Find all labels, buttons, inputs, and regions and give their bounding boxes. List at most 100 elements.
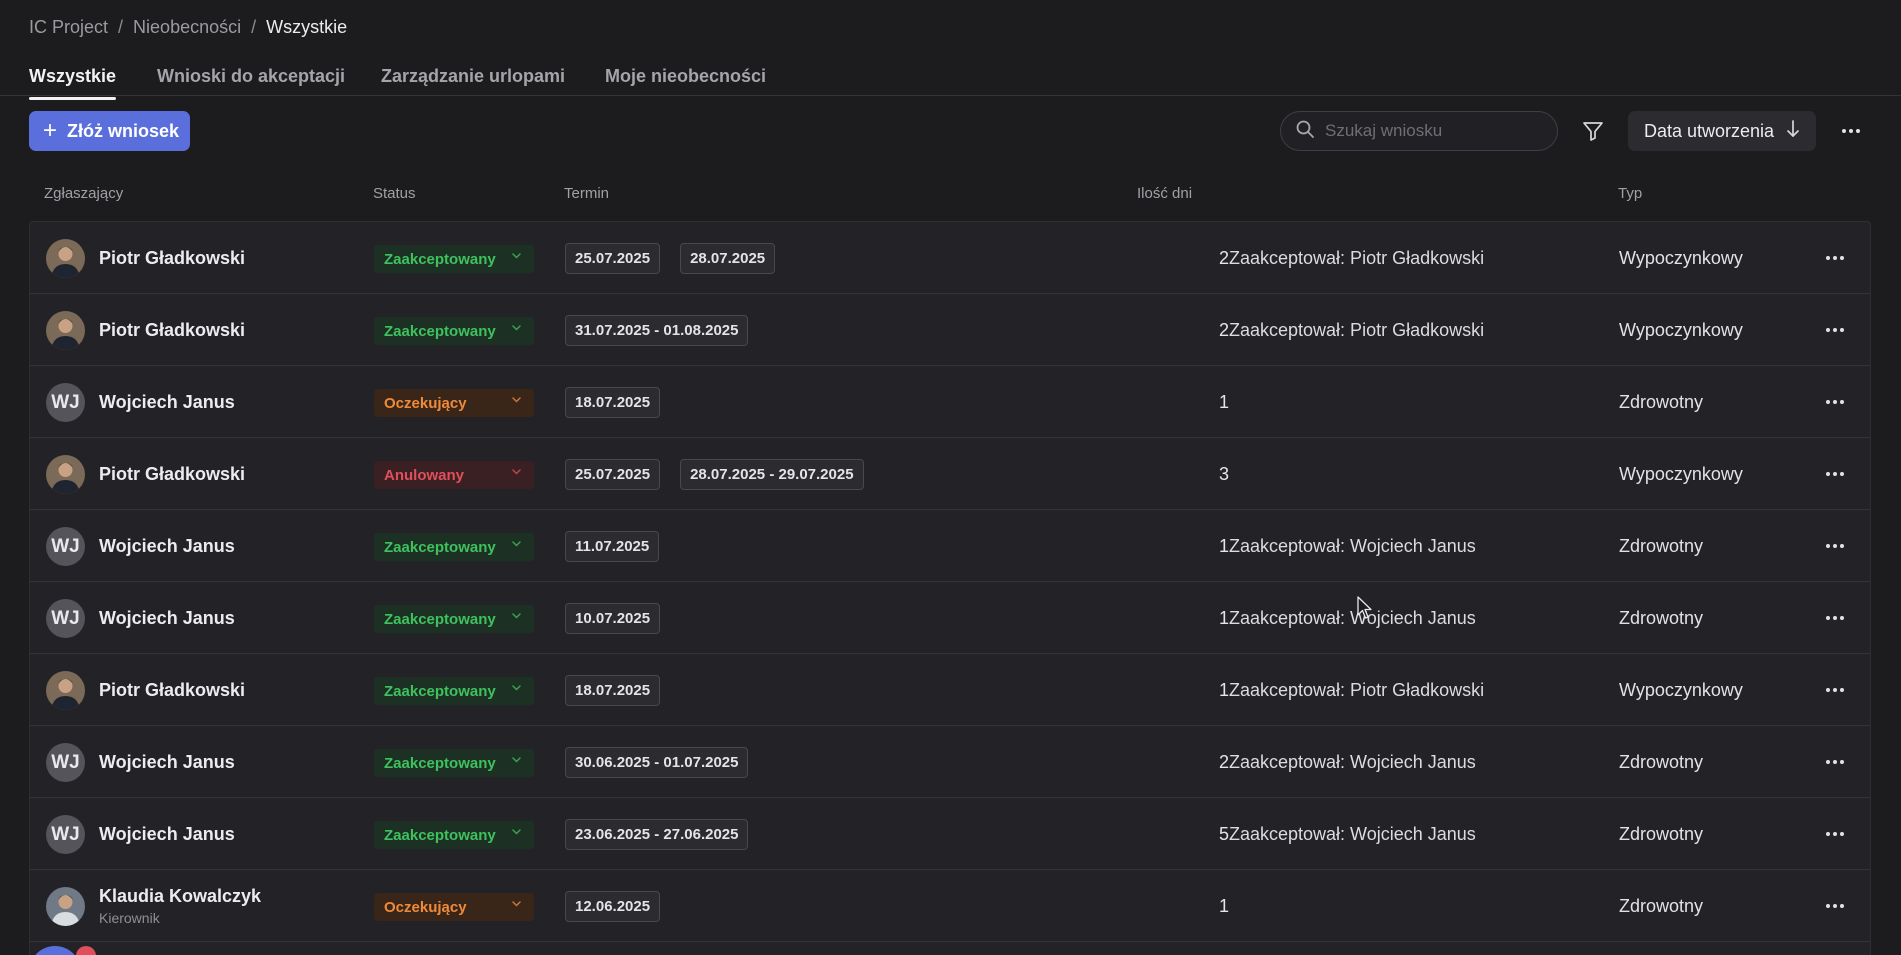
table-row[interactable]: Klaudia Kowalczyk Kierownik Oczekujący 12.0… [30,870,1870,942]
date-chip: 11.07.2025 [565,531,660,562]
date-range: 31.07.2025 - 01.08.2025 [565,315,749,346]
approver-text: Zaakceptował: Wojciech Janus [1229,823,1476,844]
status-label: Zaakceptowany [384,538,496,556]
status-dropdown[interactable]: Zaakceptowany [374,605,534,633]
tab-leave-management[interactable]: Zarządzanie urlopami [381,66,565,87]
status-label: Zaakceptowany [384,754,496,772]
breadcrumb-item-project[interactable]: IC Project [29,17,108,38]
requester-name: Piotr Gładkowski [99,319,246,340]
tab-all[interactable]: Wszystkie [29,66,117,100]
absence-type: Zdrowotny [1619,607,1704,628]
chevron-down-icon [511,754,522,768]
absence-type: Zdrowotny [1619,751,1704,772]
date-chip: 10.07.2025 [565,603,661,634]
approver-text: Zaakceptował: Wojciech Janus [1229,535,1476,556]
days-count: 3 [1218,463,1229,484]
requester-name: Wojciech Janus [99,535,235,556]
status-dropdown[interactable]: Zaakceptowany [374,533,534,561]
avatar: WJ [46,743,85,782]
breadcrumb-separator: / [118,17,124,37]
status-label: Zaakceptowany [384,250,496,268]
days-count: 1 [1218,895,1229,916]
column-header-term[interactable]: Termin [564,185,609,202]
chevron-down-icon [511,322,522,336]
search-box[interactable] [1280,111,1558,151]
avatar: WJ [46,527,85,566]
absence-type: Wypoczynkowy [1619,679,1743,700]
row-more-icon[interactable] [1820,532,1850,560]
approver-text: Zaakceptował: Piotr Gładkowski [1229,319,1485,340]
search-icon [1295,119,1315,144]
status-dropdown[interactable]: Zaakceptowany [374,821,534,849]
table-row[interactable]: Piotr Gładkowski Zaakceptowany 18.07.2025 1… [30,654,1870,726]
status-dropdown[interactable]: Oczekujący [374,893,534,921]
status-dropdown[interactable]: Zaakceptowany [374,677,534,705]
avatar [46,311,85,350]
requests-table: Piotr Gładkowski Zaakceptowany 25.07.2025 2… [29,221,1871,955]
approver-text: Zaakceptował: Piotr Gładkowski [1229,247,1485,268]
date-range: 10.07.2025 [565,603,661,634]
more-options-icon[interactable] [1836,116,1866,146]
days-count: 1 [1218,391,1229,412]
column-header-status[interactable]: Status [373,185,416,202]
date-chip: 31.07.2025 - 01.08.2025 [565,315,749,346]
date-chip: 28.07.2025 - 29.07.2025 [680,459,864,490]
column-header-days[interactable]: Ilość dni [1137,185,1192,202]
row-more-icon[interactable] [1820,460,1850,488]
avatar [46,887,85,926]
table-row[interactable]: WJ Wojciech Janus Zaakceptowany 30.06.2025 … [30,726,1870,798]
days-count: 5 [1218,823,1229,844]
table-row[interactable]: WJ Wojciech Janus Zaakceptowany 10.07.2025 1… [30,582,1870,654]
days-count: 2 [1218,751,1229,772]
row-more-icon[interactable] [1820,604,1850,632]
avatar: WJ [46,815,85,854]
date-chip: 28.07.2025 [680,243,776,274]
column-header-requester[interactable]: Zgłaszający [44,185,123,202]
status-dropdown[interactable]: Zaakceptowany [374,317,534,345]
date-chip: 25.07.2025 [565,243,661,274]
status-dropdown[interactable]: Zaakceptowany [374,245,534,273]
table-row[interactable]: Piotr Gładkowski Zaakceptowany 25.07.2025 2… [30,222,1870,294]
absence-type: Zdrowotny [1619,895,1704,916]
table-row[interactable]: WJ Wojciech Janus Oczekujący 18.07.2025 1 Zdr… [30,366,1870,438]
row-more-icon[interactable] [1820,316,1850,344]
tab-my-absences[interactable]: Moje nieobecności [605,66,766,87]
sort-button[interactable]: Data utworzenia [1628,111,1816,151]
filter-icon[interactable] [1578,116,1608,146]
chevron-down-icon [511,898,522,912]
status-label: Zaakceptowany [384,682,496,700]
row-more-icon[interactable] [1820,676,1850,704]
breadcrumb-item-absences[interactable]: Nieobecności [133,17,241,38]
row-more-icon[interactable] [1820,748,1850,776]
date-chip: 30.06.2025 - 01.07.2025 [565,747,749,778]
sort-label: Data utworzenia [1643,120,1775,141]
chevron-down-icon [511,538,522,552]
chevron-down-icon [511,682,522,696]
date-range: 30.06.2025 - 01.07.2025 [565,747,749,778]
days-count: 1 [1218,607,1229,628]
absence-type: Wypoczynkowy [1619,247,1743,268]
requester-name: Wojciech Janus [99,607,235,628]
status-dropdown[interactable]: Zaakceptowany [374,749,534,777]
row-more-icon[interactable] [1820,820,1850,848]
requester-role: Kierownik [99,910,160,926]
days-count: 1 [1218,679,1229,700]
row-more-icon[interactable] [1820,388,1850,416]
new-request-button[interactable]: + Złóż wniosek [29,111,190,151]
status-label: Anulowany [384,466,465,484]
search-input[interactable] [1325,121,1535,141]
table-row[interactable]: WJ Wojciech Janus Zaakceptowany 23.06.2025 … [30,798,1870,870]
row-more-icon[interactable] [1820,244,1850,272]
table-row[interactable]: WJ Wojciech Janus Zaakceptowany 11.07.2025 1… [30,510,1870,582]
status-label: Zaakceptowany [384,826,496,844]
status-dropdown[interactable]: Oczekujący [374,389,534,417]
chevron-down-icon [511,466,522,480]
table-row[interactable]: Piotr Gładkowski Zaakceptowany 31.07.2025 … [30,294,1870,366]
tab-requests-to-approve[interactable]: Wnioski do akceptacji [157,66,345,87]
row-more-icon[interactable] [1820,892,1850,920]
column-header-type[interactable]: Typ [1618,185,1642,202]
status-label: Oczekujący [384,394,467,412]
status-dropdown[interactable]: Anulowany [374,461,534,489]
requester-name: Klaudia Kowalczyk [99,886,262,906]
table-row[interactable]: Piotr Gładkowski Anulowany 25.07.2025 28.07… [30,438,1870,510]
